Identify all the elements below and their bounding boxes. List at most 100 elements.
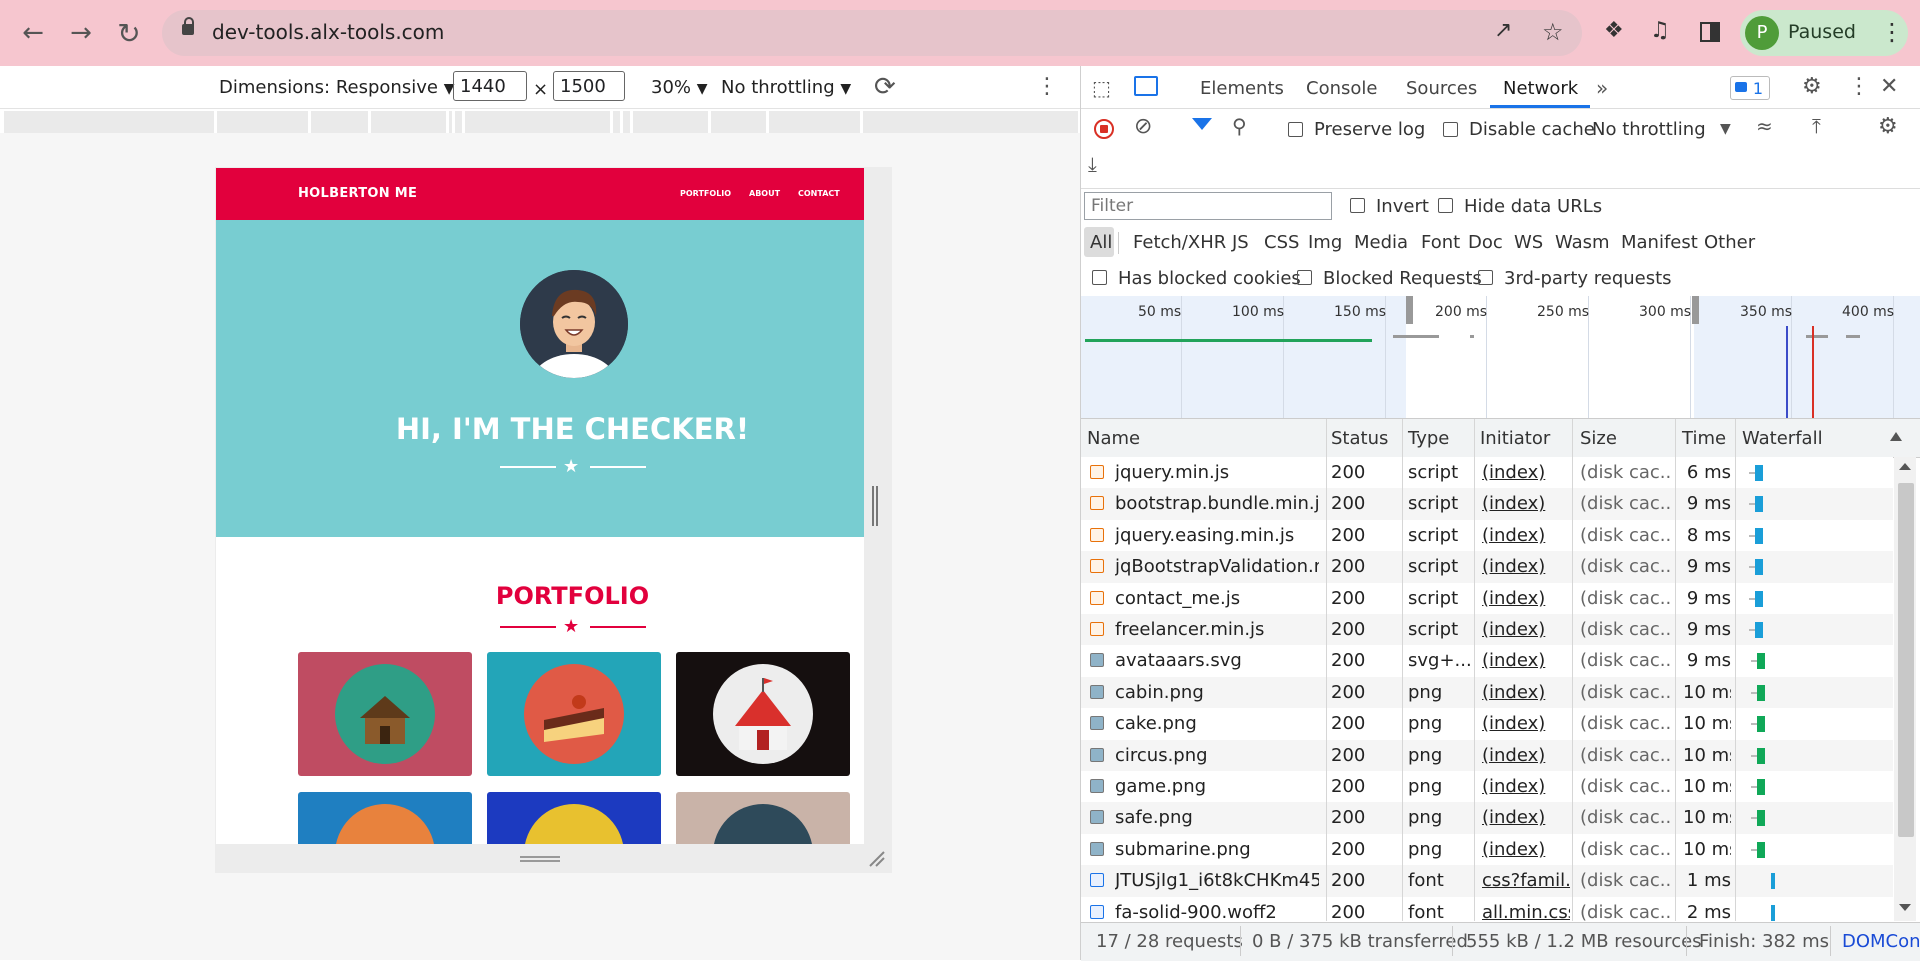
request-initiator-link[interactable]: (index) [1482, 807, 1570, 828]
side-panel-icon[interactable] [1700, 22, 1720, 42]
table-row[interactable]: jquery.easing.min.js 200 script (index) (dis… [1081, 519, 1893, 552]
request-name[interactable]: avataaars.svg [1115, 650, 1319, 671]
url-text[interactable]: dev-tools.alx-tools.com [212, 20, 444, 44]
table-row[interactable]: contact_me.js 200 script (index) (disk cac..… [1081, 582, 1893, 614]
devtools-menu-icon[interactable]: ⋮ [1848, 74, 1870, 99]
site-link-portfolio[interactable]: PORTFOLIO [680, 189, 731, 198]
column-separator[interactable] [1474, 419, 1475, 921]
scroll-down-arrow-icon[interactable] [1899, 904, 1911, 911]
request-name[interactable]: bootstrap.bundle.min.js [1115, 493, 1319, 514]
table-row[interactable]: submarine.png 200 png (index) (disk cac... 10… [1081, 833, 1893, 866]
type-filter-ws[interactable]: WS [1514, 232, 1543, 253]
request-initiator-link[interactable]: (index) [1482, 839, 1570, 860]
tab-network[interactable]: Network [1503, 78, 1578, 99]
table-row[interactable]: game.png 200 png (index) (disk cac... 10 ms [1081, 771, 1893, 803]
record-stop-icon[interactable] [1094, 119, 1114, 139]
blocked-requests-label[interactable]: Blocked Requests [1323, 268, 1482, 289]
height-input[interactable]: 1500 [553, 71, 625, 101]
request-initiator-link[interactable]: (index) [1482, 713, 1570, 734]
portfolio-item-circus[interactable] [676, 652, 850, 776]
back-arrow-icon[interactable]: ← [14, 14, 52, 52]
tab-console[interactable]: Console [1306, 78, 1377, 99]
table-row[interactable]: safe.png 200 png (index) (disk cac... 10 ms [1081, 802, 1893, 834]
kebab-menu-icon[interactable]: ⋮ [1880, 18, 1904, 46]
share-icon[interactable]: ↗ [1494, 18, 1512, 43]
column-header-time[interactable]: Time [1682, 428, 1726, 449]
request-initiator-link[interactable]: (index) [1482, 776, 1570, 797]
invert-label[interactable]: Invert [1376, 196, 1429, 217]
filter-funnel-icon[interactable] [1192, 118, 1212, 130]
site-link-about[interactable]: ABOUT [749, 189, 780, 198]
network-conditions-icon[interactable]: ≈ [1756, 114, 1773, 138]
column-separator[interactable] [1675, 419, 1676, 921]
column-header-type[interactable]: Type [1408, 428, 1449, 449]
request-name[interactable]: freelancer.min.js [1115, 619, 1319, 640]
table-row[interactable]: JTUSjIg1_i6t8kCHKm45... 200 font css?famil.… [1081, 865, 1893, 897]
type-filter-doc[interactable]: Doc [1468, 232, 1503, 253]
portfolio-item-cabin[interactable] [298, 652, 472, 776]
column-header-status[interactable]: Status [1331, 428, 1388, 449]
tab-sources[interactable]: Sources [1406, 78, 1477, 99]
type-filter-font[interactable]: Font [1421, 232, 1460, 253]
clear-icon[interactable]: ⊘ [1134, 114, 1152, 139]
reload-icon[interactable]: ↻ [110, 14, 148, 52]
request-initiator-link[interactable]: (index) [1482, 588, 1570, 609]
third-party-label[interactable]: 3rd-party requests [1504, 268, 1672, 289]
more-options-icon[interactable]: ⋮ [1036, 74, 1058, 99]
column-header-size[interactable]: Size [1580, 428, 1617, 449]
request-name[interactable]: contact_me.js [1115, 588, 1319, 609]
site-link-contact[interactable]: CONTACT [798, 189, 840, 198]
request-initiator-link[interactable]: (index) [1482, 462, 1570, 483]
blocked-requests-checkbox[interactable] [1297, 270, 1312, 285]
scroll-up-arrow-icon[interactable] [1899, 463, 1911, 470]
request-initiator-link[interactable]: (index) [1482, 525, 1570, 546]
extensions-puzzle-icon[interactable]: ❖ [1604, 18, 1624, 43]
width-input[interactable]: 1440 [453, 71, 527, 101]
type-filter-wasm[interactable]: Wasm [1555, 232, 1610, 253]
close-icon[interactable]: ✕ [1880, 74, 1898, 99]
request-initiator-link[interactable]: (index) [1482, 556, 1570, 577]
network-settings-gear-icon[interactable]: ⚙ [1878, 114, 1898, 139]
request-initiator-link[interactable]: (index) [1482, 650, 1570, 671]
type-filter-js[interactable]: JS [1232, 232, 1249, 253]
zoom-dropdown[interactable]: 30% ▼ [651, 77, 708, 98]
type-filter-css[interactable]: CSS [1264, 232, 1299, 253]
table-row[interactable]: circus.png 200 png (index) (disk cac... 10 ms [1081, 739, 1893, 771]
request-name[interactable]: fa-solid-900.woff2 [1115, 902, 1319, 921]
type-filter-fetch-xhr[interactable]: Fetch/XHR [1133, 232, 1226, 253]
import-har-icon[interactable]: ⤒ [1812, 114, 1821, 138]
site-brand[interactable]: HOLBERTON ME [298, 186, 417, 201]
preserve-log-label[interactable]: Preserve log [1314, 119, 1425, 140]
table-row[interactable]: jquery.min.js 200 script (index) (disk cac..… [1081, 457, 1893, 489]
overview-right-handle[interactable] [1692, 296, 1699, 324]
throttling-dropdown[interactable]: No throttling ▼ [721, 77, 851, 98]
type-filter-img[interactable]: Img [1308, 232, 1342, 253]
rotate-icon[interactable]: ⟳ [874, 72, 896, 102]
avatar[interactable]: P [1745, 16, 1779, 50]
media-query-ruler[interactable] [4, 111, 1078, 133]
inspect-element-icon[interactable]: ⬚ [1092, 76, 1111, 100]
portfolio-item-safe[interactable] [487, 792, 661, 844]
profile-status[interactable]: Paused [1788, 21, 1856, 43]
device-toggle-icon[interactable] [1134, 76, 1158, 101]
type-filter-all[interactable]: All [1090, 232, 1112, 253]
table-row[interactable]: avataaars.svg 200 svg+... (index) (disk cac.… [1081, 645, 1893, 677]
bottom-resize-handle[interactable] [520, 856, 560, 862]
tab-elements[interactable]: Elements [1200, 78, 1284, 99]
search-icon[interactable]: ⚲ [1232, 114, 1247, 138]
request-name[interactable]: jqBootstrapValidation.m... [1115, 556, 1319, 577]
table-row[interactable]: fa-solid-900.woff2 200 font all.min.css (dis… [1081, 896, 1893, 921]
media-queue-icon[interactable]: ♫ [1650, 18, 1670, 43]
hide-data-urls-label[interactable]: Hide data URLs [1464, 196, 1602, 217]
column-separator[interactable] [1735, 419, 1736, 921]
request-initiator-link[interactable]: (index) [1482, 682, 1570, 703]
request-initiator-link[interactable]: (index) [1482, 619, 1570, 640]
type-filter-manifest[interactable]: Manifest [1621, 232, 1698, 253]
portfolio-item-cake[interactable] [487, 652, 661, 776]
table-row[interactable]: jqBootstrapValidation.m... 200 script (inde… [1081, 551, 1893, 583]
request-name[interactable]: circus.png [1115, 745, 1319, 766]
request-name[interactable]: cabin.png [1115, 682, 1319, 703]
overview-left-handle[interactable] [1406, 296, 1413, 324]
table-row[interactable]: freelancer.min.js 200 script (index) (disk c… [1081, 614, 1893, 646]
request-initiator-link[interactable]: all.min.css [1482, 902, 1570, 921]
